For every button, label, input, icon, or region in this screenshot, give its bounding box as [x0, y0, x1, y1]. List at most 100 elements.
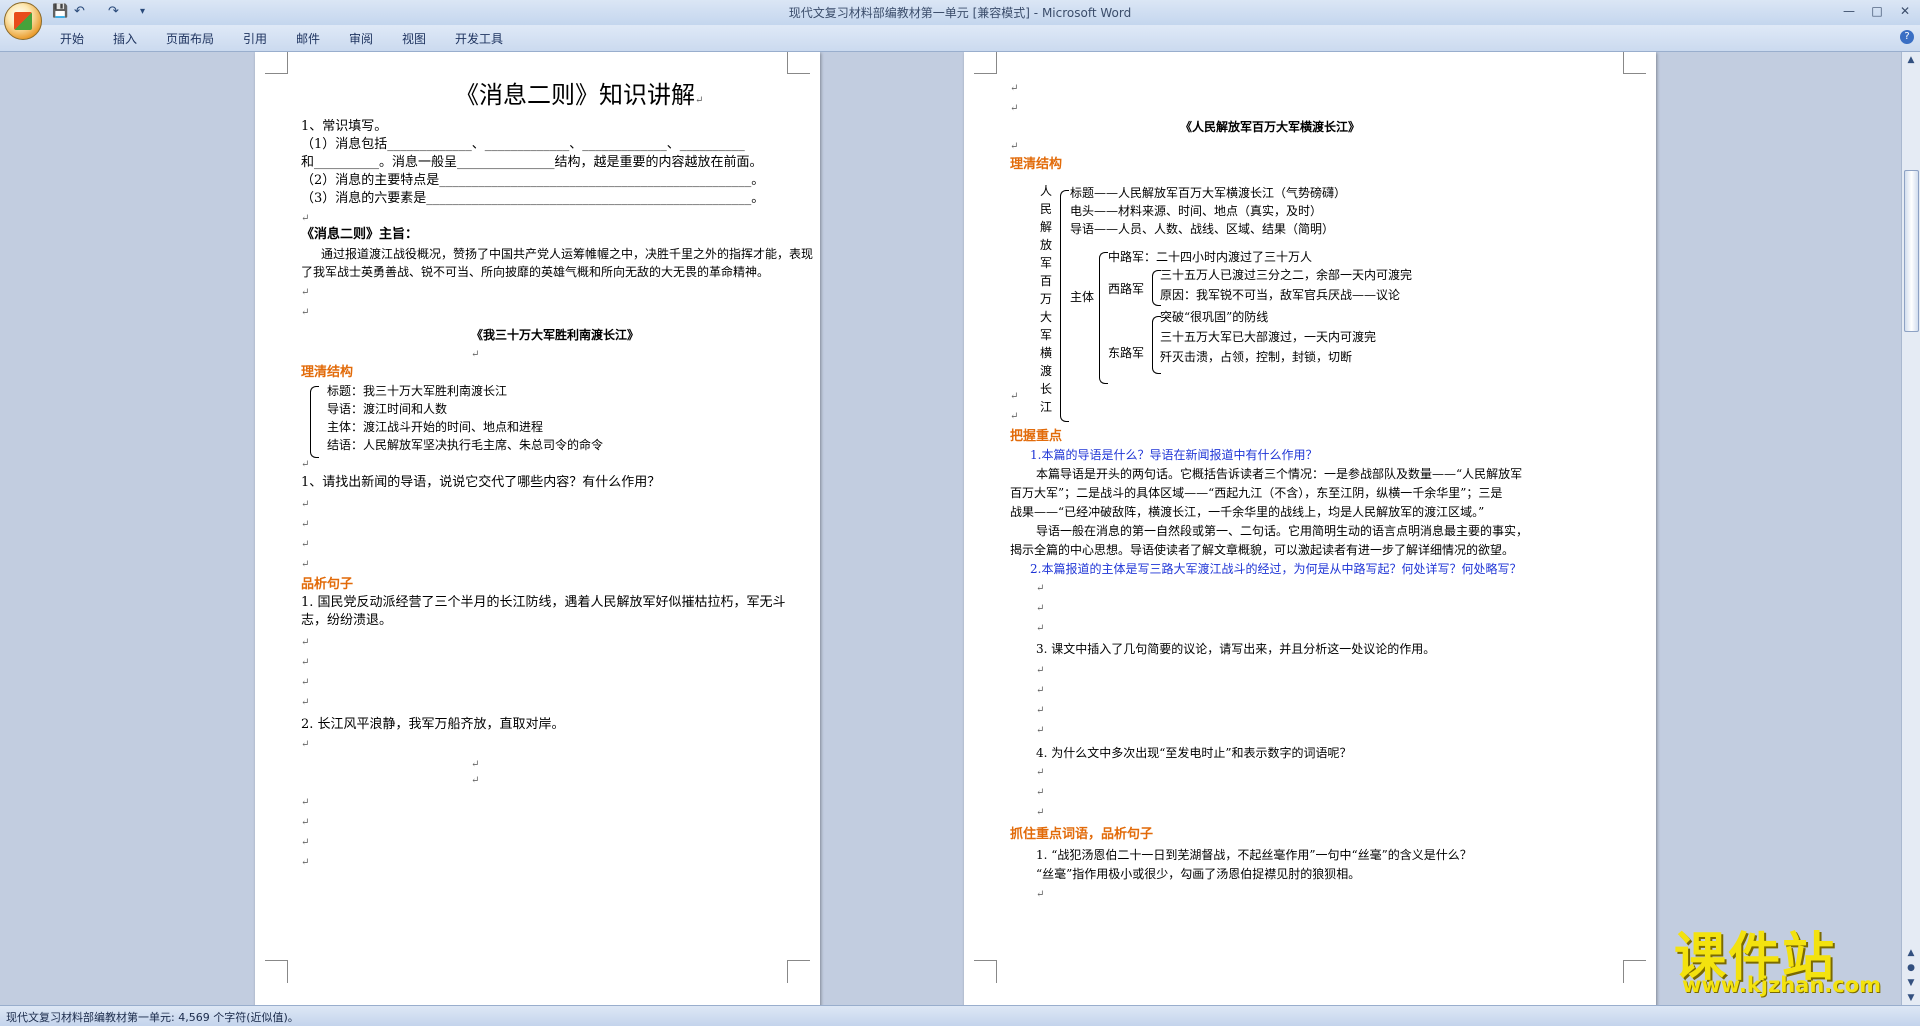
paragraph-mark: ↵ [1036, 889, 1045, 900]
minimize-button[interactable]: — [1838, 2, 1860, 20]
question: 1.本篇的导语是什么？导语在新闻报道中有什么作用？ [1030, 448, 1318, 462]
browse-object-icon[interactable]: ● [1904, 962, 1918, 974]
vertical-char: 放 [1040, 238, 1053, 252]
tab-mailings[interactable]: 邮件 [296, 30, 320, 47]
structure-brace [310, 386, 319, 458]
vertical-char: 人 [1040, 184, 1053, 198]
paragraph-mark: ↵ [301, 637, 310, 648]
paragraph-mark: ↵ [301, 307, 310, 318]
section-heading: 理清结构 [1010, 157, 1063, 172]
crop-mark [787, 960, 810, 983]
tab-insert[interactable]: 插入 [113, 30, 137, 47]
question-heading: 1、常识填写。 [301, 119, 388, 134]
vertical-char: 军 [1040, 256, 1053, 270]
paragraph-mark: ↵ [301, 539, 310, 550]
structure-item: 导语——人员、人数、战线、区域、结果（简明） [1070, 222, 1335, 236]
help-icon[interactable]: ? [1900, 30, 1914, 44]
article-title: 《我三十万大军胜利南渡长江》 [471, 328, 640, 342]
vertical-char: 万 [1040, 292, 1053, 306]
paragraph-mark: ↵ [1036, 685, 1045, 696]
ribbon-tabs: 开始 插入 页面布局 引用 邮件 审阅 视图 开发工具 [0, 25, 1920, 52]
paragraph-mark: ↵ [1036, 623, 1045, 634]
paragraph-mark: ↵ [1010, 411, 1019, 422]
watermark-url: www.kjzhan.com [1682, 973, 1882, 997]
crop-mark [265, 960, 288, 983]
theme-heading: 《消息二则》主旨： [301, 227, 419, 242]
paragraph-mark: ↵ [301, 559, 310, 570]
scroll-up-icon[interactable]: ▲ [1904, 54, 1918, 66]
fill-line: 和__________。消息一般呈_______________结构，越是重要的… [301, 155, 763, 170]
paragraph-mark: ↵ [1036, 787, 1045, 798]
paragraph-mark: ↵ [471, 349, 480, 360]
structure-item: 歼灭击溃，占领，控制，封锁，切断 [1160, 350, 1353, 364]
paragraph-mark: ↵ [301, 817, 310, 828]
paragraph-mark: ↵ [1010, 141, 1019, 152]
sentence: 1. 国民党反动派经营了三个半月的长江防线，遇着人民解放军好似摧枯拉朽，军无斗 [301, 595, 786, 610]
fill-line: （1）消息包括_____________、_____________、_____… [301, 137, 745, 152]
structure-item: 导语：渡江时间和人数 [327, 402, 448, 416]
next-page-icon[interactable]: ▼ [1904, 977, 1918, 989]
question: 3. 课文中插入了几句简要的议论，请写出来，并且分析这一处议论的作用。 [1036, 642, 1436, 656]
page-right[interactable]: ↵ ↵ 《人民解放军百万大军横渡长江》 ↵ 理清结构 人 民 解 放 军 百 万… [964, 52, 1656, 1005]
scroll-thumb[interactable] [1904, 170, 1919, 332]
answer-text: 揭示全篇的中心思想。导语使读者了解文章概貌，可以激起读者有进一步了解详细情况的欲… [1010, 543, 1515, 557]
structure-item: 原因：我军锐不可当，敌军官兵厌战——议论 [1160, 288, 1401, 302]
article-title: 《人民解放军百万大军横渡长江》 [1180, 120, 1361, 134]
structure-item: 中路军：二十四小时内渡过了三十万人 [1108, 250, 1313, 264]
paragraph-mark: ↵ [1036, 725, 1045, 736]
structure-brace [1099, 252, 1108, 384]
structure-item: 主体 [1070, 290, 1095, 304]
crop-mark [265, 52, 288, 74]
tab-view[interactable]: 视图 [402, 30, 426, 47]
paragraph-mark: ↵ [301, 739, 310, 750]
previous-page-icon[interactable]: ▲ [1904, 947, 1918, 959]
answer-text: 导语一般在消息的第一自然段或第一、二句话。它用简明生动的语言点明消息最主要的事实… [1036, 524, 1529, 538]
structure-item: 标题：我三十万大军胜利南渡长江 [327, 384, 508, 398]
section-heading: 理清结构 [301, 365, 354, 380]
paragraph-mark: ↵ [1036, 705, 1045, 716]
question: 1、请找出新闻的导语，说说它交代了哪些内容？有什么作用？ [301, 475, 661, 490]
page-title: 《消息二则》知识讲解↵ [455, 81, 704, 109]
structure-item: 结语：人民解放军坚决执行毛主席、朱总司令的命令 [327, 438, 604, 452]
word-count[interactable]: 现代文复习材料部编教材第一单元: 4,569 个字符(近似值)。 [6, 1009, 299, 1025]
tab-home[interactable]: 开始 [60, 30, 84, 47]
tab-page-layout[interactable]: 页面布局 [166, 30, 214, 47]
vertical-scrollbar[interactable]: ▲ ▲ ● ▼ ▼ [1901, 52, 1920, 1005]
crop-mark [974, 52, 997, 74]
maximize-button[interactable]: □ [1866, 2, 1888, 20]
paragraph-mark: ↵ [301, 519, 310, 530]
paragraph-mark: ↵ [1010, 391, 1019, 402]
close-button[interactable]: ✕ [1894, 2, 1916, 20]
page-left[interactable]: 《消息二则》知识讲解↵ 1、常识填写。 （1）消息包括_____________… [255, 52, 820, 1005]
vertical-char: 长 [1040, 382, 1053, 396]
paragraph-mark: ↵ [301, 459, 310, 470]
document-workspace[interactable]: 《消息二则》知识讲解↵ 1、常识填写。 （1）消息包括_____________… [0, 52, 1902, 1005]
app-name: Microsoft Word [1041, 6, 1132, 20]
theme-text: 通过报道渡江战役概况，赞扬了中国共产党人运筹帷幄之中，决胜千里之外的指挥才能，表… [321, 247, 814, 261]
structure-item: 西路军 [1108, 282, 1145, 296]
crop-mark [974, 960, 997, 983]
question: 4. 为什么文中多次出现“至发电时止”和表示数字的词语呢？ [1036, 746, 1352, 760]
paragraph-mark: ↵ [301, 837, 310, 848]
tab-references[interactable]: 引用 [243, 30, 267, 47]
office-logo-icon [14, 12, 32, 30]
scroll-down-icon[interactable]: ▼ [1904, 992, 1918, 1004]
vertical-char: 渡 [1040, 364, 1053, 378]
tab-review[interactable]: 审阅 [349, 30, 373, 47]
structure-item: 三十五万人已渡过三分之二，余部一天内可渡完 [1160, 268, 1413, 282]
paragraph-mark: ↵ [301, 657, 310, 668]
vertical-char: 江 [1040, 400, 1053, 414]
structure-brace [1060, 190, 1069, 422]
paragraph-mark: ↵ [301, 697, 310, 708]
tab-developer[interactable]: 开发工具 [455, 30, 503, 47]
crop-mark [787, 52, 810, 74]
structure-item: 三十五万大军已大部渡过，一天内可渡完 [1160, 330, 1377, 344]
office-button[interactable] [4, 2, 42, 40]
question: 2.本篇报道的主体是写三路大军渡江战斗的经过，为何是从中路写起？何处详写？何处略… [1030, 562, 1522, 576]
fill-line: （2）消息的主要特点是_____________________________… [301, 173, 765, 188]
paragraph-mark: ↵ [1036, 665, 1045, 676]
vertical-char: 大 [1040, 310, 1053, 324]
paragraph-mark: ↵ [301, 287, 310, 298]
paragraph-mark: ↵ [301, 797, 310, 808]
paragraph-mark: ↵ [1036, 583, 1045, 594]
